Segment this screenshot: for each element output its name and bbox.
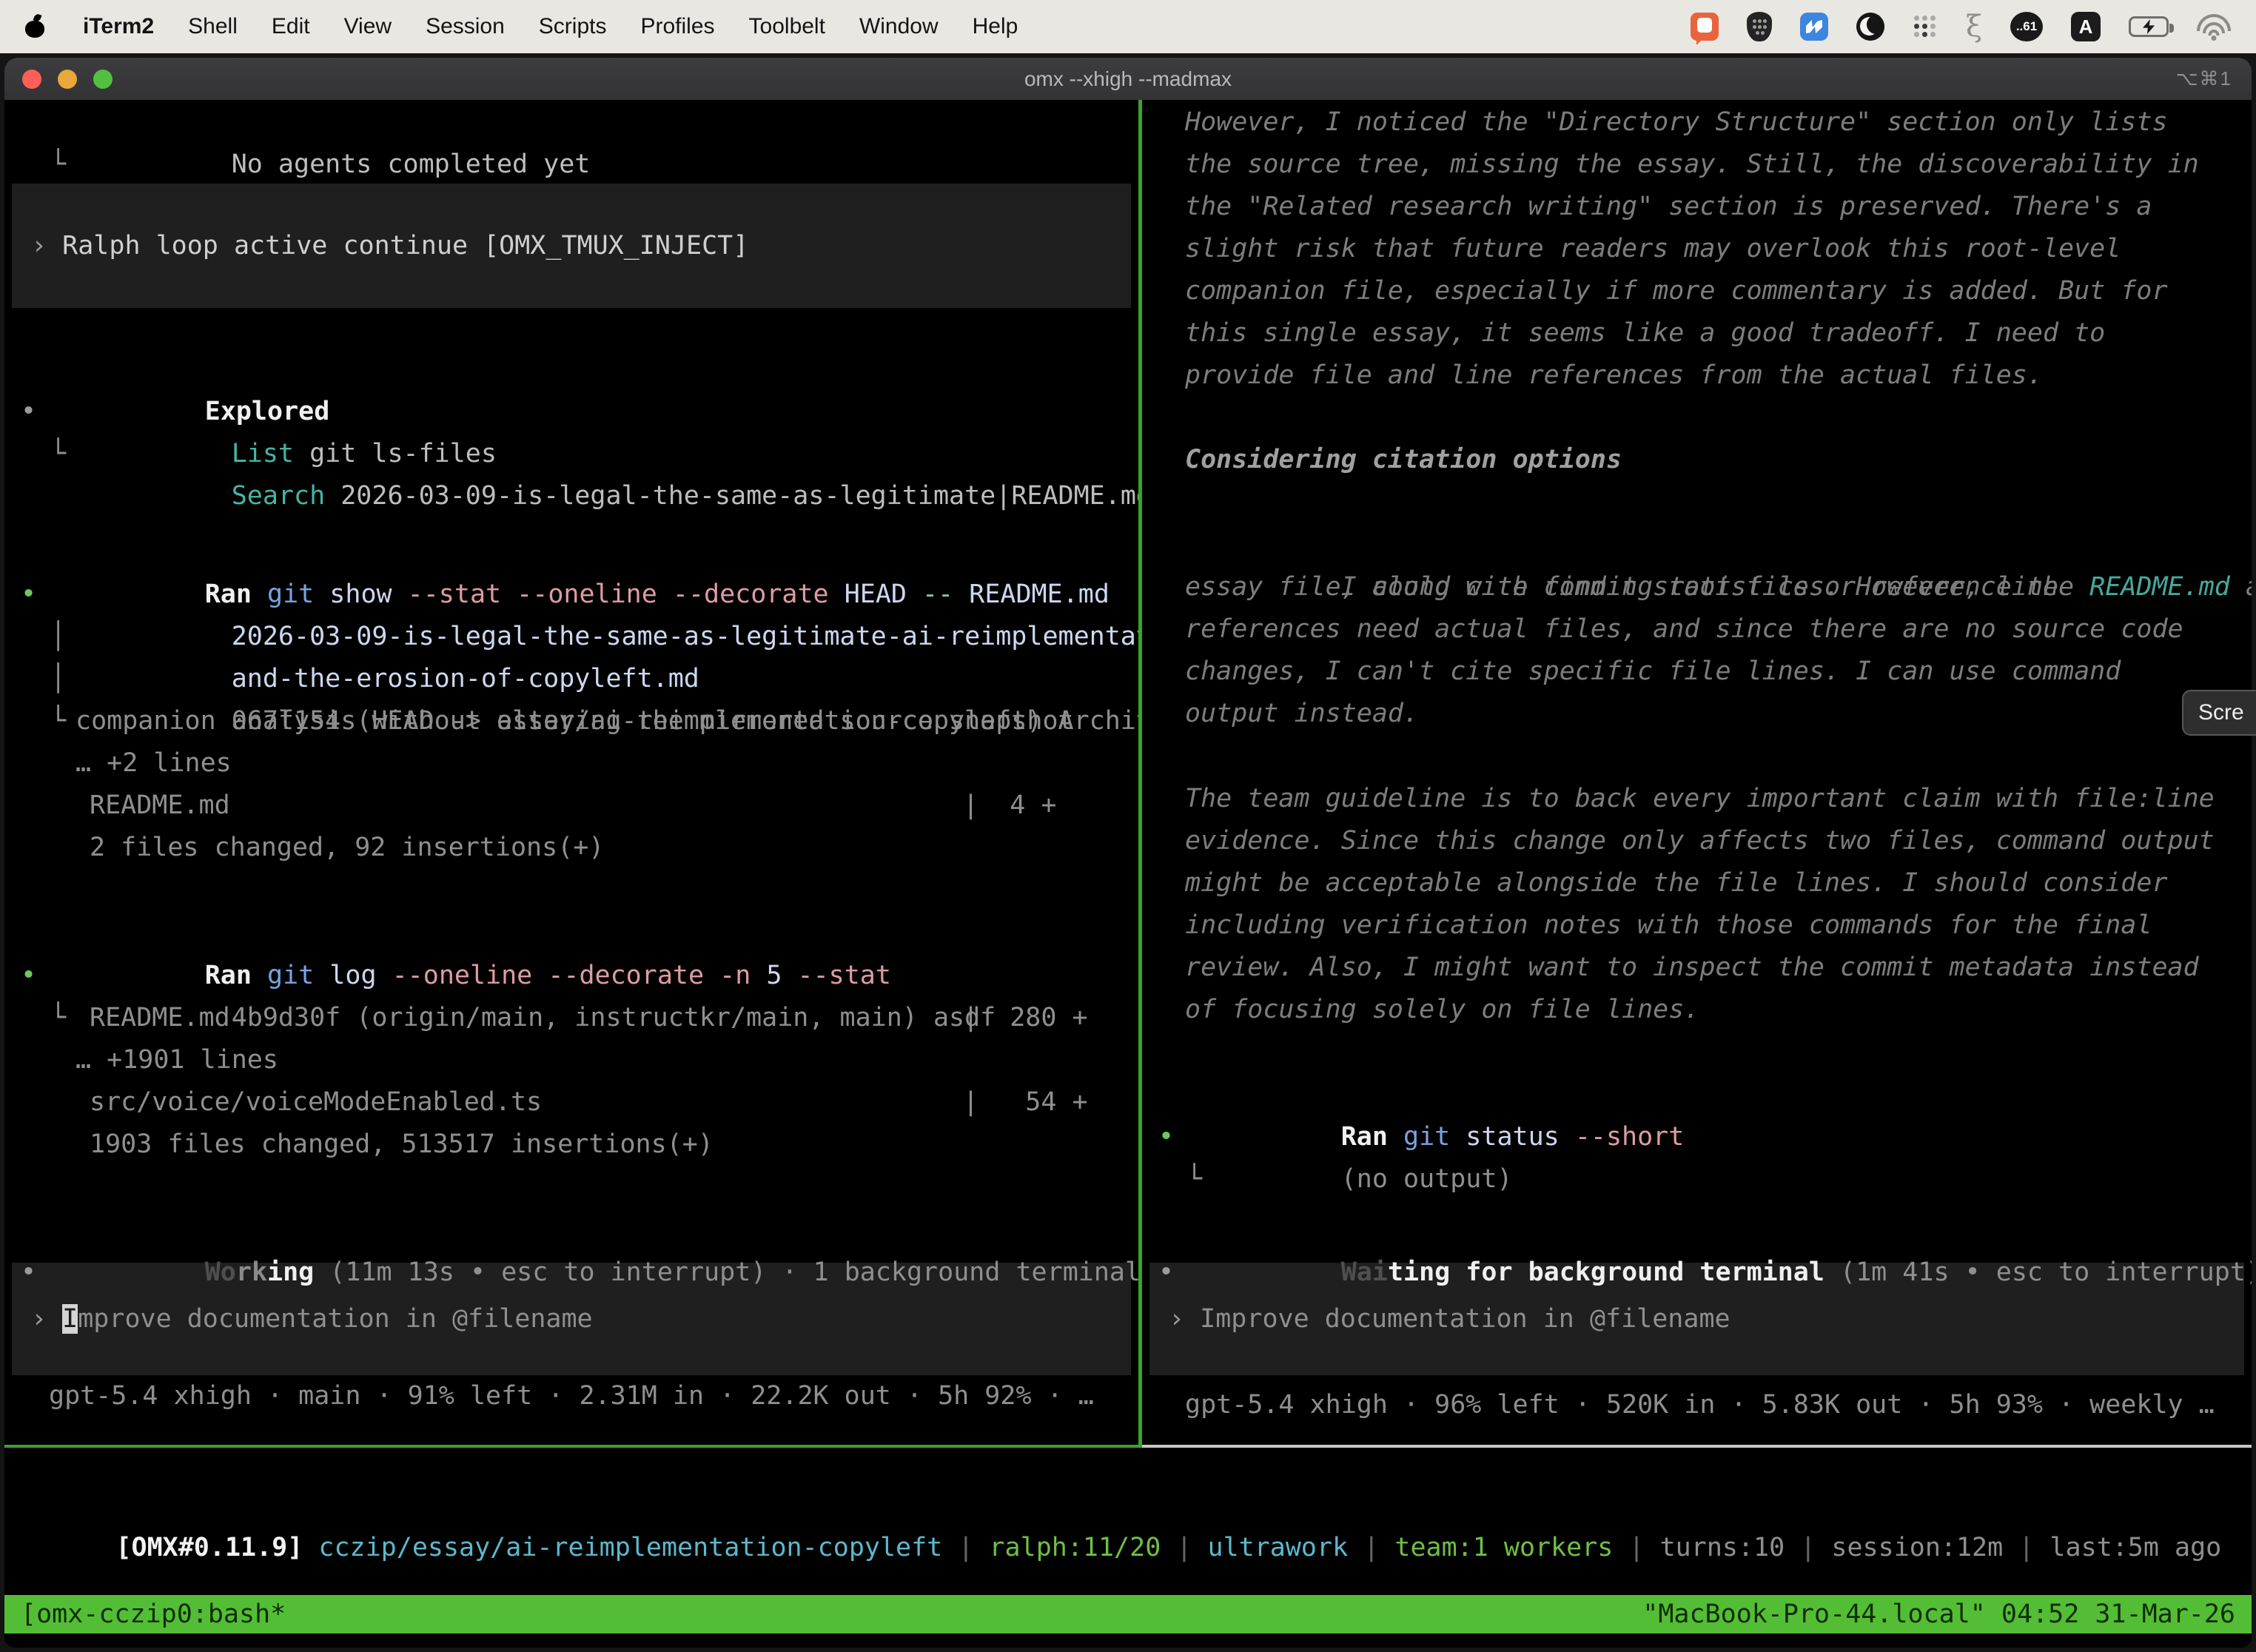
menu-view[interactable]: View xyxy=(344,14,392,39)
omx-status-bar: [OMX#0.11.9] cczip/essay/ai-reimplementa… xyxy=(4,1448,2252,1595)
thinking-heading: Considering citation options xyxy=(1142,439,2252,481)
omx-version-badge: [OMX#0.11.9] xyxy=(115,1533,303,1562)
tree-connector: └ xyxy=(1186,1158,1202,1201)
chat-app-icon[interactable] xyxy=(1691,13,1719,41)
thinking-text-line: essay file, along with finding root file… xyxy=(1142,566,2252,608)
thinking-text-line: output instead. xyxy=(1142,693,2252,735)
thinking-text-line: including verification notes with those … xyxy=(1142,904,2252,947)
shield-app-icon[interactable] xyxy=(1747,12,1772,41)
agents-completed-line: └No agents completed yet xyxy=(4,101,1138,144)
tmux-status-bar[interactable]: [omx-cczip0:bash* "MacBook-Pro-44.local"… xyxy=(4,1595,2252,1633)
thinking-text-line: companion file, especially if more comme… xyxy=(1142,270,2252,312)
thinking-text-line: the source tree, missing the essay. Stil… xyxy=(1142,144,2252,186)
diffstat-summary-line: 1903 files changed, 513517 insertions(+) xyxy=(4,1124,1138,1166)
session-time: session:12m xyxy=(1831,1533,2003,1562)
menu-profiles[interactable]: Profiles xyxy=(640,14,714,39)
omx-branch-path: cczip/essay/ai-reimplementation-copyleft xyxy=(303,1533,942,1562)
thinking-text-line: of focusing solely on file lines. xyxy=(1142,989,2252,1031)
badge-61-icon[interactable]: ..61 xyxy=(2010,12,2043,41)
squiggle-icon[interactable]: ξ xyxy=(1966,12,1982,41)
commit-output-line: companion analysis without altering the … xyxy=(4,700,1138,742)
menu-shell[interactable]: Shell xyxy=(188,14,238,39)
window-shortcut: ⌥⌘1 xyxy=(2176,67,2232,90)
commit-output-line: └4b9d30f (origin/main, instructkr/main, … xyxy=(4,955,1138,997)
command-arg-wrap-line: │2026-03-09-is-legal-the-same-as-legitim… xyxy=(4,574,1138,616)
thinking-text-line: references need actual files, and since … xyxy=(1142,608,2252,651)
waiting-status-line: •Waiting for background terminal (1m 41s… xyxy=(1142,1209,2252,1252)
menu-session[interactable]: Session xyxy=(426,14,505,39)
last-activity: last:5m ago xyxy=(2049,1533,2221,1562)
explored-section-line: •Explored xyxy=(4,349,1138,391)
tmux-panes: └No agents completed yet › Ralph loop ac… xyxy=(4,100,2252,1448)
menu-toolbelt[interactable]: Toolbelt xyxy=(749,14,825,39)
window-titlebar[interactable]: omx --xhigh --madmax ⌥⌘1 xyxy=(4,58,2252,100)
thinking-text-line: this single essay, it seems like a good … xyxy=(1142,312,2252,355)
bullet-icon: • xyxy=(1158,1252,1174,1294)
tree-connector: └ xyxy=(50,144,66,186)
menu-help[interactable]: Help xyxy=(973,14,1018,39)
a-app-icon[interactable]: A xyxy=(2071,12,2101,41)
thinking-text-line: slight risk that future readers may over… xyxy=(1142,228,2252,270)
model-status-line: gpt-5.4 xhigh · main · 91% left · 2.31M … xyxy=(4,1375,1138,1417)
thinking-text-line: The team guideline is to back every impo… xyxy=(1142,778,2252,820)
thinking-text-line: I could cite commit statistics or refere… xyxy=(1142,524,2252,566)
elided-lines-indicator: … +1901 lines xyxy=(4,1039,1138,1081)
ran-git-status-line: •Ran git status --short xyxy=(1142,1074,2252,1116)
ran-git-show-line: •Ran git show --stat --oneline --decorat… xyxy=(4,531,1138,574)
team-workers: team:1 workers xyxy=(1394,1533,1613,1562)
commit-output-line: └067f154 (HEAD -> essay/ai-reimplementat… xyxy=(4,658,1138,700)
thinking-text-line: might be acceptable alongside the file l… xyxy=(1142,862,2252,904)
status-tray: ξ ..61 A xyxy=(1691,12,2231,41)
thinking-text-line: review. Also, I might want to inspect th… xyxy=(1142,947,2252,989)
diffstat-line: README.md | 4 + xyxy=(4,785,1138,827)
tmux-host-clock: "MacBook-Pro-44.local" 04:52 31-Mar-26 xyxy=(1642,1599,2235,1629)
ran-git-log-line: •Ran git log --oneline --decorate -n 5 -… xyxy=(4,913,1138,955)
screen-share-tooltip: Scre xyxy=(2182,690,2256,736)
thinking-text-line: evidence. Since this change only affects… xyxy=(1142,820,2252,862)
thinking-text-line: changes, I can't cite specific file line… xyxy=(1142,651,2252,693)
right-terminal-pane[interactable]: However, I noticed the "Directory Struct… xyxy=(1142,100,2252,1448)
prompt-chevron: › xyxy=(31,231,62,261)
working-status-line: •Working (11m 13s • esc to interrupt) · … xyxy=(4,1209,1138,1252)
diffstat-line: src/voice/voiceModeEnabled.ts | 54 + xyxy=(4,1081,1138,1124)
thinking-text-line: the "Related research writing" section i… xyxy=(1142,186,2252,228)
diffstat-line: README.md | 280 + xyxy=(4,997,1138,1039)
turns-counter: turns:10 xyxy=(1660,1533,1785,1562)
menu-window[interactable]: Window xyxy=(859,14,939,39)
menu-edit[interactable]: Edit xyxy=(272,14,310,39)
menu-iterm2[interactable]: iTerm2 xyxy=(83,14,154,39)
left-terminal-pane[interactable]: └No agents completed yet › Ralph loop ac… xyxy=(4,100,1142,1448)
charging-bolt-icon xyxy=(2143,19,2155,34)
blue-diamond-app-icon[interactable] xyxy=(1800,13,1828,41)
menu-items: iTerm2 Shell Edit View Session Scripts P… xyxy=(25,14,1018,39)
battery-icon[interactable] xyxy=(2129,16,2169,37)
tmux-session-window: [omx-cczip0:bash* xyxy=(21,1599,286,1629)
crescent-app-icon[interactable] xyxy=(1856,13,1884,41)
dots-grid-icon[interactable] xyxy=(1913,14,1938,39)
list-files-line: └List git ls-files xyxy=(4,391,1138,433)
apple-menu-icon[interactable] xyxy=(25,16,44,38)
bullet-icon: • xyxy=(21,1252,36,1294)
menu-bar: iTerm2 Shell Edit View Session Scripts P… xyxy=(0,0,2256,53)
window-title: omx --xhigh --madmax xyxy=(4,67,2252,91)
desktop: iTerm2 Shell Edit View Session Scripts P… xyxy=(0,0,2256,1652)
diffstat-summary-line: 2 files changed, 92 insertions(+) xyxy=(4,827,1138,869)
ultrawork-label: ultrawork xyxy=(1208,1533,1349,1562)
search-line: Search 2026-03-09-is-legal-the-same-as-l… xyxy=(4,433,1138,475)
wifi-icon[interactable] xyxy=(2197,14,2231,39)
iterm2-window: omx --xhigh --madmax ⌥⌘1 └No agents comp… xyxy=(4,58,2252,1648)
no-output-line: └(no output) xyxy=(1142,1116,2252,1158)
thinking-text-line: However, I noticed the "Directory Struct… xyxy=(1142,101,2252,144)
model-status-line: gpt-5.4 xhigh · 96% left · 520K in · 5.8… xyxy=(1142,1384,2252,1426)
menu-scripts[interactable]: Scripts xyxy=(539,14,607,39)
ralph-counter: ralph:11/20 xyxy=(989,1533,1161,1562)
thinking-text-line: provide file and line references from th… xyxy=(1142,355,2252,397)
elided-lines-indicator: … +2 lines xyxy=(4,742,1138,785)
command-arg-wrap-line: │and-the-erosion-of-copyleft.md xyxy=(4,616,1138,658)
